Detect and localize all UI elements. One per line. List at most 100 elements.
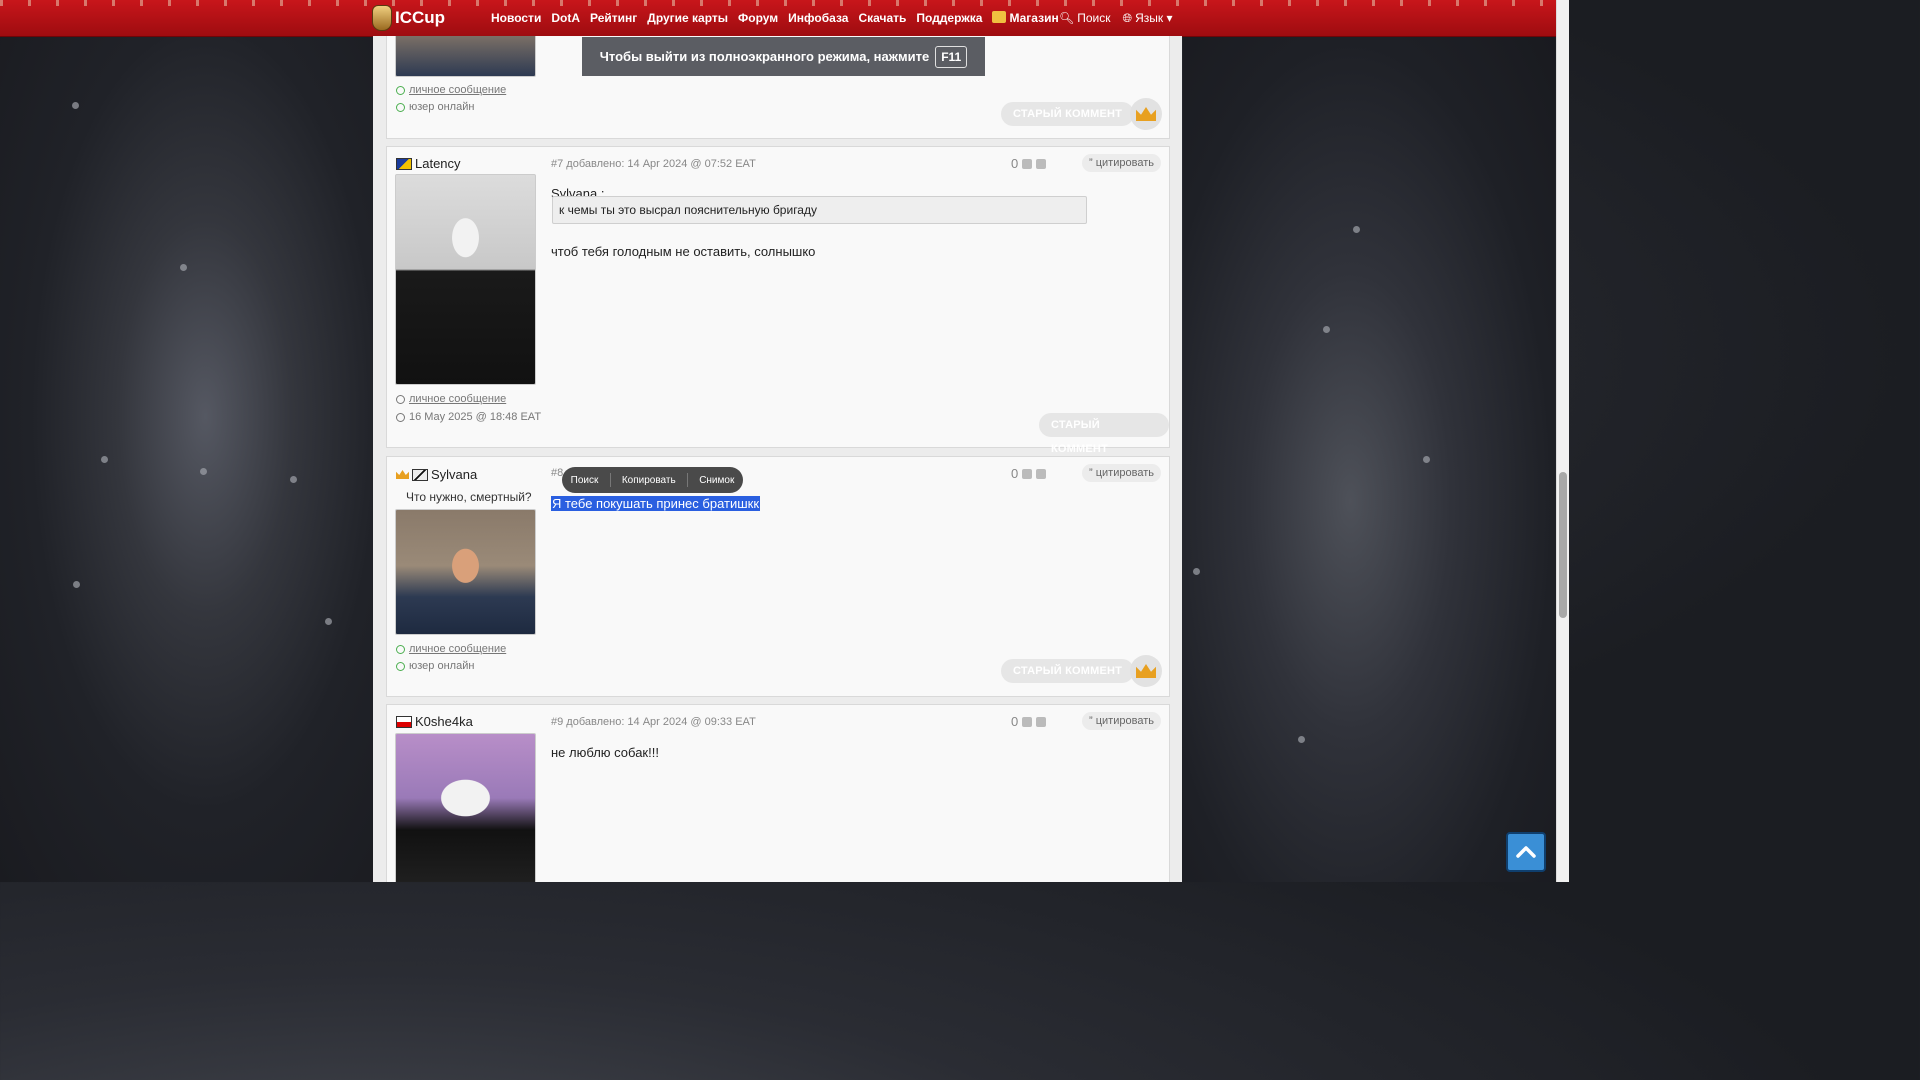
vote-count: 0 [1011, 466, 1019, 481]
nav-dota[interactable]: DotA [551, 11, 580, 25]
old-comment-button[interactable]: СТАРЫЙ КОММЕНТ [1039, 413, 1169, 455]
background-right [1183, 36, 1555, 882]
quote-icon: ” [1089, 157, 1096, 169]
main-nav: Новости DotA Рейтинг Другие карты Форум … [491, 11, 1059, 25]
post-9: K0she4ka #9 добавлено: 14 Apr 2024 @ 09:… [386, 704, 1170, 882]
votes: 0 [1011, 714, 1047, 729]
last-seen-line: 16 May 2025 @ 18:48 EAT [396, 411, 541, 423]
post-author[interactable]: Sylvana [396, 467, 477, 482]
site-logo[interactable]: ICCup [372, 5, 445, 31]
quote-icon: ” [1089, 715, 1096, 727]
nav-support[interactable]: Поддержка [916, 11, 982, 25]
thumb-up-icon[interactable] [1022, 468, 1033, 479]
ctx-copy-button[interactable]: Копировать [616, 475, 682, 486]
nav-news[interactable]: Новости [491, 11, 541, 25]
quote-label: цитировать [1095, 467, 1154, 479]
pm-label[interactable]: личное сообщение [409, 393, 506, 405]
thumb-down-icon[interactable] [1036, 716, 1047, 727]
nav-shop[interactable]: Магазин [992, 11, 1059, 25]
top-navbar: ICCup Новости DotA Рейтинг Другие карты … [0, 0, 1556, 37]
old-comment-button[interactable]: СТАРЫЙ КОММЕНТ [1001, 659, 1135, 683]
user-signature: Что нужно, смертный? [406, 490, 532, 504]
pm-label[interactable]: личное сообщение [409, 643, 506, 655]
crown-icon [1136, 107, 1156, 121]
shop-icon [992, 11, 1007, 23]
quote-box: к чемы ты это высрал пояснительную брига… [552, 196, 1087, 224]
avatar [395, 36, 536, 77]
username[interactable]: K0she4ka [415, 714, 473, 729]
fullscreen-notice-text: Чтобы выйти из полноэкранного режима, на… [599, 49, 930, 64]
forum-thread: личное сообщение юзер онлайн СТАРЫЙ КОММ… [373, 36, 1182, 882]
logo-text: ICCup [395, 8, 446, 27]
caret-down-icon: ▾ [1163, 11, 1173, 25]
votes: 0 [1011, 156, 1047, 171]
logo-badge-icon [372, 5, 392, 31]
last-seen: 16 May 2025 @ 18:48 EAT [409, 411, 542, 423]
status-line: юзер онлайн [396, 660, 474, 672]
thumb-down-icon[interactable] [1036, 468, 1047, 479]
quote-button[interactable]: ” цитировать [1082, 464, 1161, 482]
online-icon [396, 102, 405, 112]
status-line: юзер онлайн [396, 101, 474, 113]
votes: 0 [1011, 466, 1047, 481]
flag-icon [396, 157, 412, 170]
pm-label[interactable]: личное сообщение [409, 84, 506, 96]
post-author[interactable]: K0she4ka [396, 714, 473, 729]
search-button[interactable]: 🔍︎ Поиск [1059, 11, 1111, 26]
status-label: юзер онлайн [409, 101, 475, 113]
page-scrollbar[interactable] [1556, 0, 1569, 882]
search-label: Поиск [1077, 11, 1111, 25]
avatar [395, 733, 536, 882]
thumb-up-icon[interactable] [1022, 716, 1033, 727]
post-author[interactable]: Latency [396, 156, 461, 171]
ctx-search-button[interactable]: Поиск [565, 475, 605, 486]
divider [686, 473, 688, 487]
old-comment-button[interactable]: СТАРЫЙ КОММЕНТ [1001, 102, 1135, 126]
post-8: Sylvana #8 0 ” цитировать Что нужно, сме… [386, 456, 1170, 697]
username[interactable]: Sylvana [431, 467, 477, 482]
crown-icon [396, 470, 409, 479]
crown-icon [1136, 664, 1156, 678]
nav-rating[interactable]: Рейтинг [590, 11, 637, 25]
thumb-down-icon[interactable] [1036, 158, 1047, 169]
fullscreen-key: F11 [935, 45, 968, 68]
clock-icon [396, 412, 405, 422]
nav-download[interactable]: Скачать [858, 11, 906, 25]
avatar [395, 509, 536, 635]
scroll-top-icon [1516, 846, 1536, 858]
quote-button[interactable]: ” цитировать [1082, 154, 1161, 172]
language-button[interactable]: 🌐︎ Язык ▾ [1123, 11, 1173, 26]
avatar [395, 174, 536, 385]
nav-infobase[interactable]: Инфобаза [788, 11, 848, 25]
fullscreen-notice: Чтобы выйти из полноэкранного режима, на… [582, 37, 985, 76]
quote-button[interactable]: ” цитировать [1082, 712, 1161, 730]
post-text: Я тебе покушать принес братишкк [551, 496, 761, 511]
scroll-top-button[interactable] [1506, 832, 1546, 872]
vote-count: 0 [1011, 156, 1019, 171]
crown-button[interactable] [1130, 98, 1162, 130]
username[interactable]: Latency [415, 156, 461, 171]
selected-text[interactable]: Я тебе покушать принес братишкк [551, 496, 761, 511]
quote-label: цитировать [1095, 715, 1154, 727]
pm-link[interactable]: личное сообщение [396, 643, 506, 655]
pm-link[interactable]: личное сообщение [396, 393, 506, 405]
pm-icon [396, 644, 405, 654]
post-header: #9 добавлено: 14 Apr 2024 @ 09:33 EAT [551, 716, 756, 728]
ctx-screenshot-button[interactable]: Снимок [693, 475, 740, 486]
selection-toolbar: Поиск Копировать Снимок [562, 467, 743, 493]
crown-button[interactable] [1130, 655, 1162, 687]
scrollbar-thumb[interactable] [1559, 472, 1567, 618]
thumb-up-icon[interactable] [1022, 158, 1033, 169]
pm-link[interactable]: личное сообщение [396, 84, 506, 96]
quote-icon: ” [1089, 467, 1096, 479]
search-icon: 🔍︎ [1059, 11, 1075, 25]
nav-forum[interactable]: Форум [738, 11, 778, 25]
post-text: чтоб тебя голодным не оставить, солнышко [551, 244, 816, 259]
background-left [0, 36, 373, 882]
quote-label: цитировать [1095, 157, 1154, 169]
status-label: юзер онлайн [409, 660, 475, 672]
nav-other-maps[interactable]: Другие карты [647, 11, 728, 25]
flag-icon [396, 715, 412, 728]
post-7: Latency #7 добавлено: 14 Apr 2024 @ 07:5… [386, 146, 1170, 455]
pm-icon [396, 85, 405, 95]
